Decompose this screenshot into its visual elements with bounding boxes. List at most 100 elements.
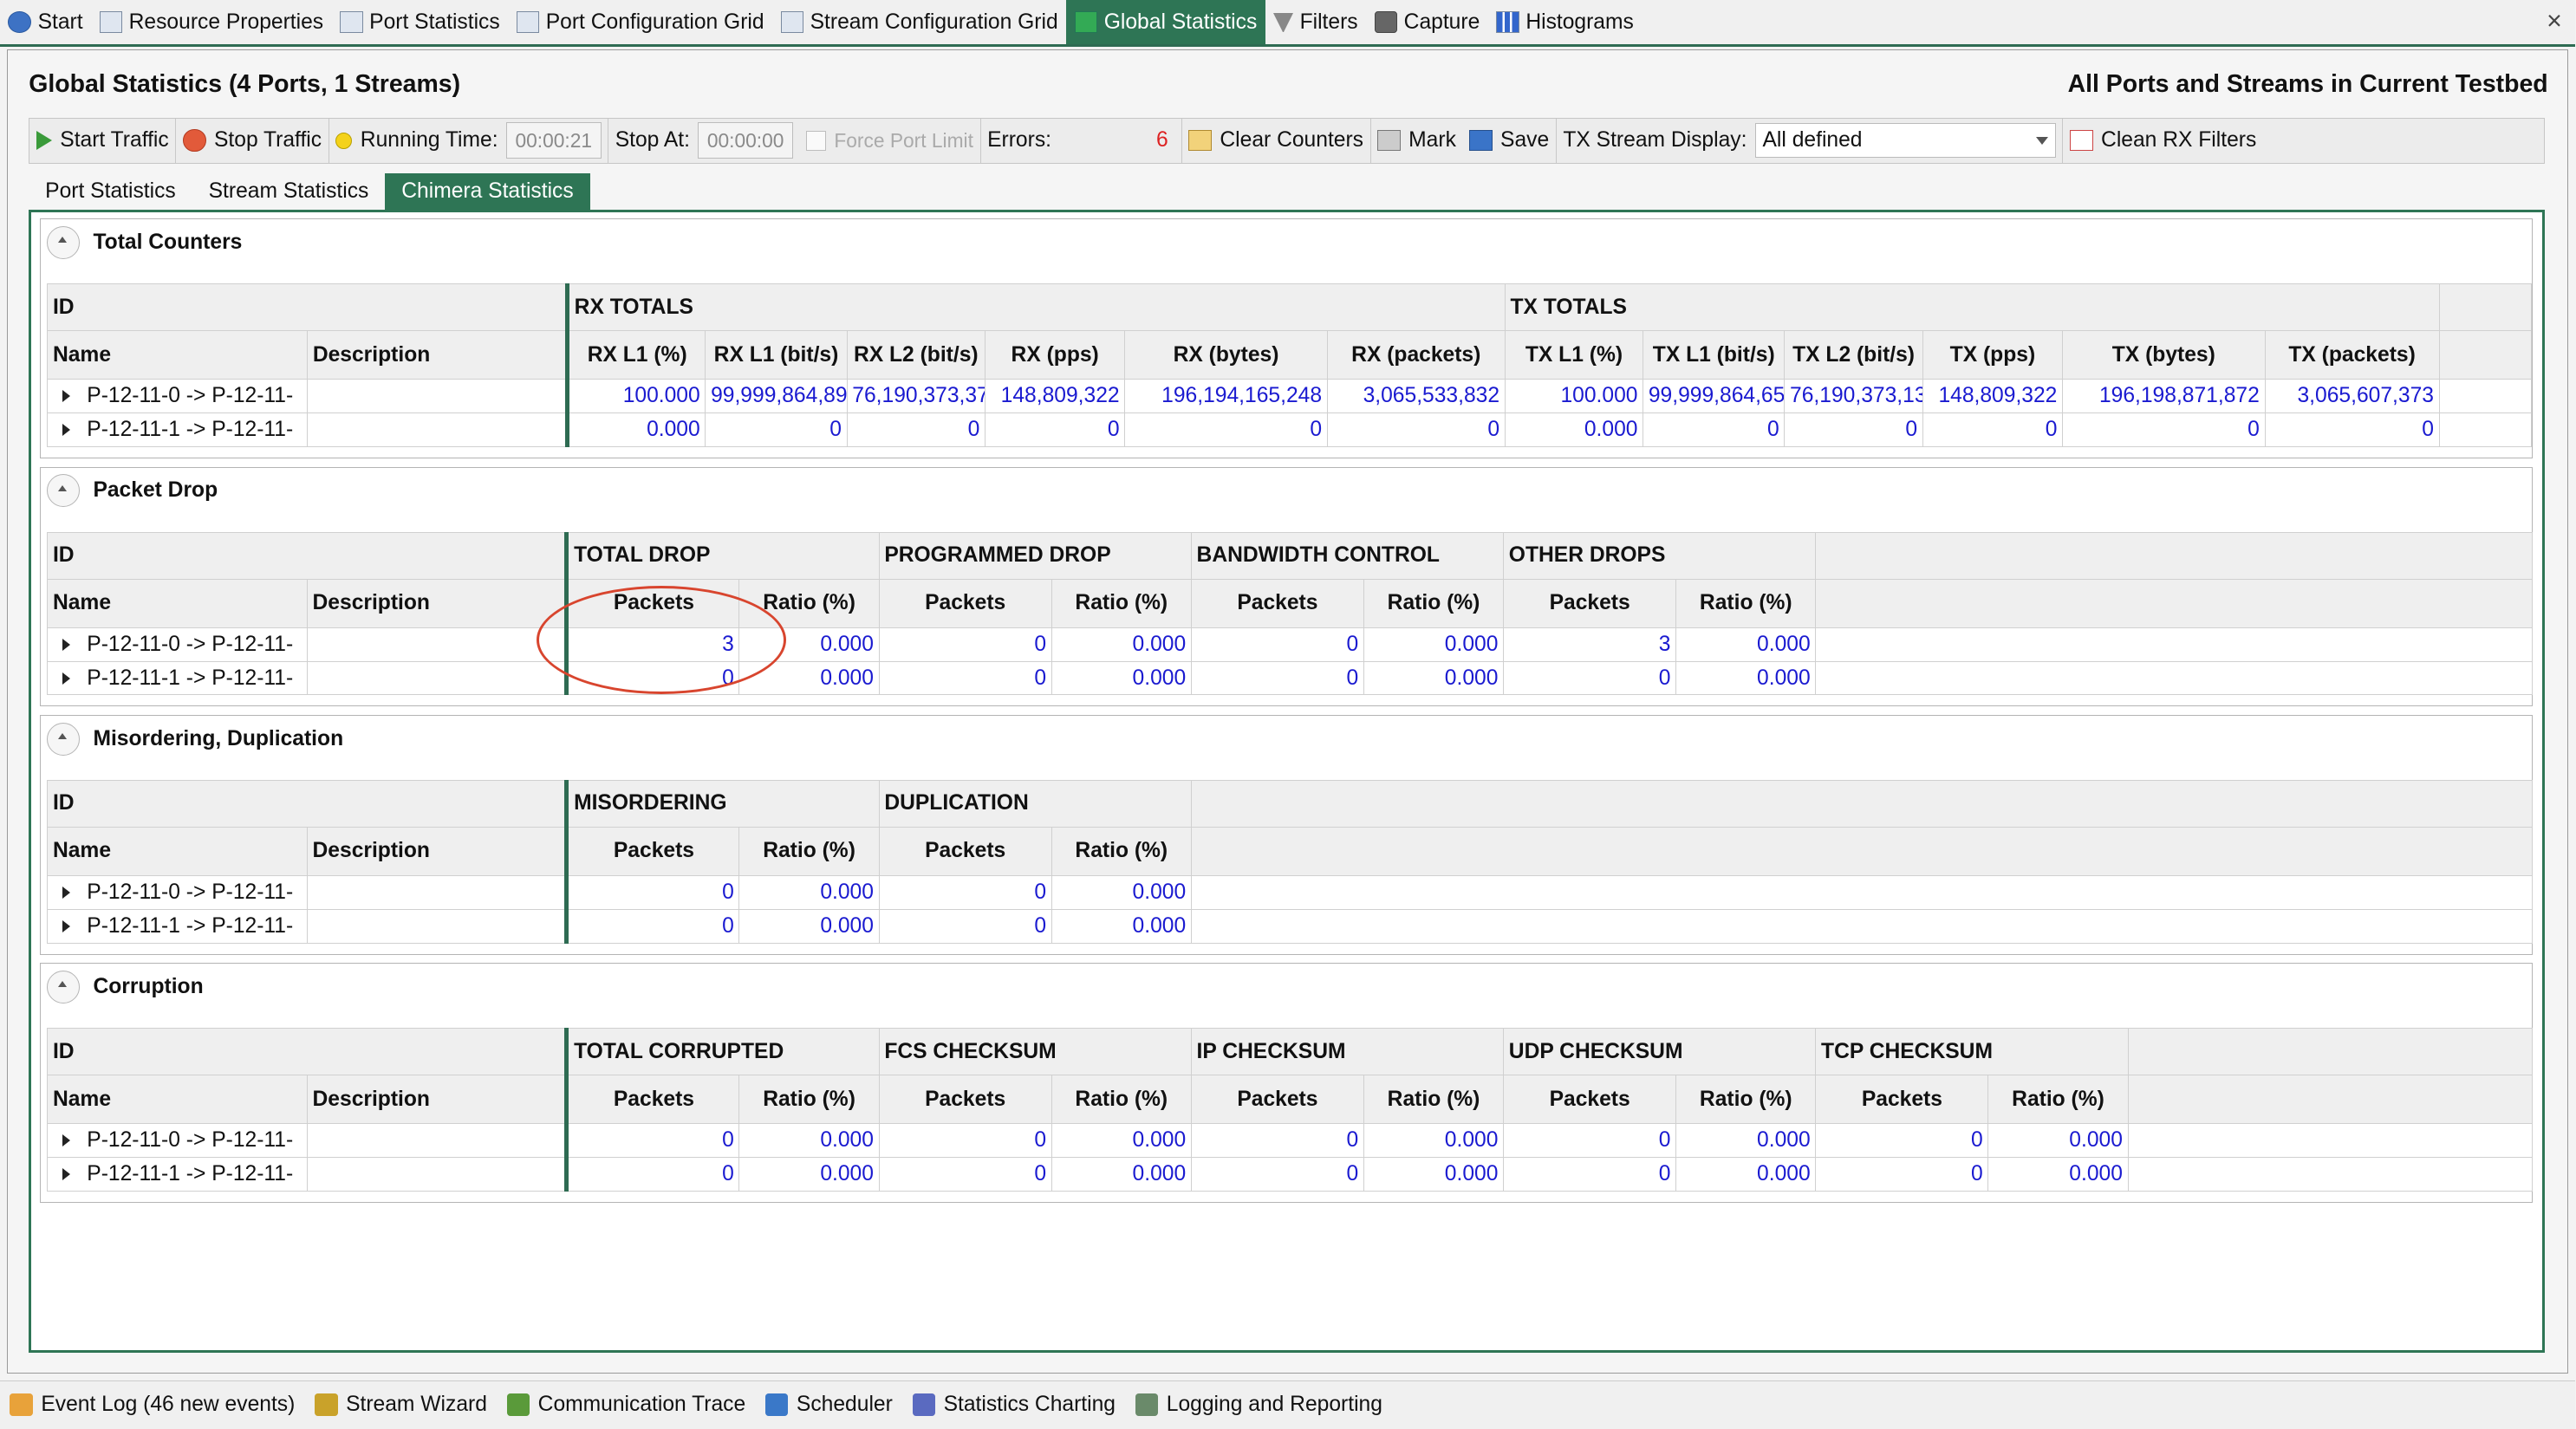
stop-traffic-button[interactable]: Stop Traffic (176, 118, 329, 163)
value-cell: 0.000 (1675, 660, 1817, 696)
expand-icon[interactable] (62, 638, 70, 651)
ratio-column-header[interactable]: Ratio (%) (1051, 1075, 1192, 1125)
column-header[interactable]: RX L1 (%) (564, 330, 706, 380)
column-header[interactable]: TX (packets) (2264, 330, 2440, 380)
ratio-column-header[interactable]: Ratio (%) (1675, 1075, 1817, 1125)
force-port-limit-checkbox[interactable]: Force Port Limit (799, 118, 981, 163)
ratio-column-header[interactable]: Ratio (%) (1675, 578, 1817, 628)
packets-column-header[interactable]: Packets (1190, 578, 1364, 628)
column-header[interactable]: RX (bytes) (1124, 330, 1328, 380)
ratio-column-header[interactable]: Ratio (%) (738, 826, 880, 876)
collapse-icon[interactable] (47, 722, 81, 756)
tx-stream-display-select[interactable]: All defined (1754, 123, 2056, 159)
name-header[interactable]: Name (47, 826, 308, 876)
column-header[interactable]: RX (packets) (1326, 330, 1506, 380)
tx-stream-display-label: TX Stream Display: (1563, 128, 1747, 153)
expand-icon[interactable] (62, 919, 70, 932)
table-row[interactable]: P-12-11-1 -> P-12-11- 0.000 0 0 0 0 0 0.000 0 0 0 0… (47, 412, 2533, 448)
expand-icon[interactable] (62, 1168, 70, 1181)
column-header[interactable]: RX L1 (bit/s) (705, 330, 848, 380)
top-tab-capture[interactable]: Capture (1366, 0, 1488, 44)
value-cell: 0 (1190, 660, 1364, 696)
column-header[interactable]: TX L1 (bit/s) (1643, 330, 1786, 380)
ratio-column-header[interactable]: Ratio (%) (1051, 578, 1192, 628)
table-row[interactable]: P-12-11-1 -> P-12-11- 0 0.000 0 0.000 (47, 908, 2533, 944)
value-cell: 0 (705, 412, 848, 448)
bottom-tab-scheduler[interactable]: Scheduler (756, 1393, 903, 1417)
top-tab-histograms[interactable]: Histograms (1488, 0, 1643, 44)
column-header[interactable]: TX L1 (%) (1504, 330, 1644, 380)
collapse-icon[interactable] (47, 474, 81, 508)
expand-icon[interactable] (62, 390, 70, 403)
packets-column-header[interactable]: Packets (564, 578, 740, 628)
save-button[interactable]: Save (1462, 118, 1557, 163)
top-tab-resource-properties[interactable]: Resource Properties (91, 0, 332, 44)
packets-column-header[interactable]: Packets (1815, 1075, 1989, 1125)
top-tab-port-configuration-grid[interactable]: Port Configuration Grid (508, 0, 772, 44)
value-cell: 76,190,373,37 (846, 379, 986, 414)
bottom-tab-statistics-charting[interactable]: Statistics Charting (902, 1393, 1125, 1417)
header-filler (2438, 283, 2533, 332)
name-header[interactable]: Name (47, 1075, 308, 1125)
top-tab-filters[interactable]: Filters (1265, 0, 1366, 44)
packets-column-header[interactable]: Packets (1190, 1075, 1364, 1125)
packets-column-header[interactable]: Packets (1503, 1075, 1677, 1125)
top-tab-global-statistics[interactable]: Global Statistics (1066, 0, 1265, 45)
column-header[interactable]: TX (pps) (1922, 330, 2064, 380)
expand-icon[interactable] (62, 672, 70, 685)
subtab-stream-statistics[interactable]: Stream Statistics (192, 173, 386, 210)
mark-button[interactable]: Mark (1371, 119, 1463, 163)
collapse-icon[interactable] (47, 225, 81, 259)
subtab-chimera-statistics[interactable]: Chimera Statistics (385, 173, 590, 210)
column-header[interactable]: RX (pps) (984, 330, 1126, 380)
ratio-column-header[interactable]: Ratio (%) (1363, 1075, 1505, 1125)
ratio-column-header[interactable]: Ratio (%) (1363, 578, 1505, 628)
ratio-column-header[interactable]: Ratio (%) (738, 1075, 880, 1125)
description-header[interactable]: Description (306, 578, 568, 628)
ratio-column-header[interactable]: Ratio (%) (1987, 1075, 2129, 1125)
packets-column-header[interactable]: Packets (878, 826, 1052, 876)
bottom-tab-event-log-46-new-events-[interactable]: Event Log (46 new events) (0, 1393, 305, 1417)
name-header[interactable]: Name (47, 578, 308, 628)
bottom-tab-stream-wizard[interactable]: Stream Wizard (305, 1393, 498, 1417)
packets-column-header[interactable]: Packets (564, 1075, 740, 1125)
column-header[interactable]: TX L2 (bit/s) (1784, 330, 1923, 380)
ratio-column-header[interactable]: Ratio (%) (738, 578, 880, 628)
table-row[interactable]: P-12-11-0 -> P-12-11- 100.000 99,999,864,8… (47, 379, 2533, 414)
description-header[interactable]: Description (306, 1075, 568, 1125)
packets-column-header[interactable]: Packets (878, 1075, 1052, 1125)
clear-counters-button[interactable]: Clear Counters (1182, 118, 1371, 163)
value-cell: 0 (564, 660, 740, 696)
row-name-cell: P-12-11-0 -> P-12-11- (47, 1123, 308, 1159)
packets-column-header[interactable]: Packets (564, 826, 740, 876)
stop-at-field[interactable]: 00:00:00 (698, 122, 793, 159)
description-header[interactable]: Description (306, 826, 568, 876)
checkbox-icon[interactable] (806, 130, 826, 151)
table-row[interactable]: P-12-11-1 -> P-12-11- 0 0.000 0 0.000 0 0.000 0… (47, 660, 2533, 696)
clean-rx-filters-button[interactable]: Clean RX Filters (2063, 119, 2262, 163)
close-icon[interactable]: × (2547, 7, 2562, 36)
expand-icon[interactable] (62, 424, 70, 437)
table-row[interactable]: P-12-11-0 -> P-12-11- 3 0.000 0 0.000 0 0.000 3… (47, 627, 2533, 662)
collapse-icon[interactable] (47, 970, 81, 1004)
column-header[interactable]: RX L2 (bit/s) (846, 330, 986, 380)
table-row[interactable]: P-12-11-1 -> P-12-11- 0 0.000 0 0.000 0 0.000 0… (47, 1157, 2533, 1192)
expand-icon[interactable] (62, 886, 70, 899)
save-icon (1469, 129, 1493, 152)
top-tab-start[interactable]: Start (0, 0, 91, 44)
group-header: TCP CHECKSUM (1815, 1028, 2129, 1076)
top-tab-stream-configuration-grid[interactable]: Stream Configuration Grid (772, 0, 1066, 44)
value-cell: 0.000 (1051, 1123, 1192, 1159)
bottom-tab-logging-and-reporting[interactable]: Logging and Reporting (1125, 1393, 1392, 1417)
subtab-port-statistics[interactable]: Port Statistics (29, 173, 192, 210)
table-row[interactable]: P-12-11-0 -> P-12-11- 0 0.000 0 0.000 0 0.000 0… (47, 1123, 2533, 1159)
top-tab-port-statistics[interactable]: Port Statistics (332, 0, 509, 44)
expand-icon[interactable] (62, 1134, 70, 1147)
column-header[interactable]: TX (bytes) (2062, 330, 2266, 380)
start-traffic-button[interactable]: Start Traffic (29, 118, 177, 163)
packets-column-header[interactable]: Packets (1503, 578, 1677, 628)
ratio-column-header[interactable]: Ratio (%) (1051, 826, 1192, 876)
packets-column-header[interactable]: Packets (878, 578, 1052, 628)
bottom-tab-communication-trace[interactable]: Communication Trace (497, 1393, 755, 1417)
table-row[interactable]: P-12-11-0 -> P-12-11- 0 0.000 0 0.000 (47, 874, 2533, 910)
